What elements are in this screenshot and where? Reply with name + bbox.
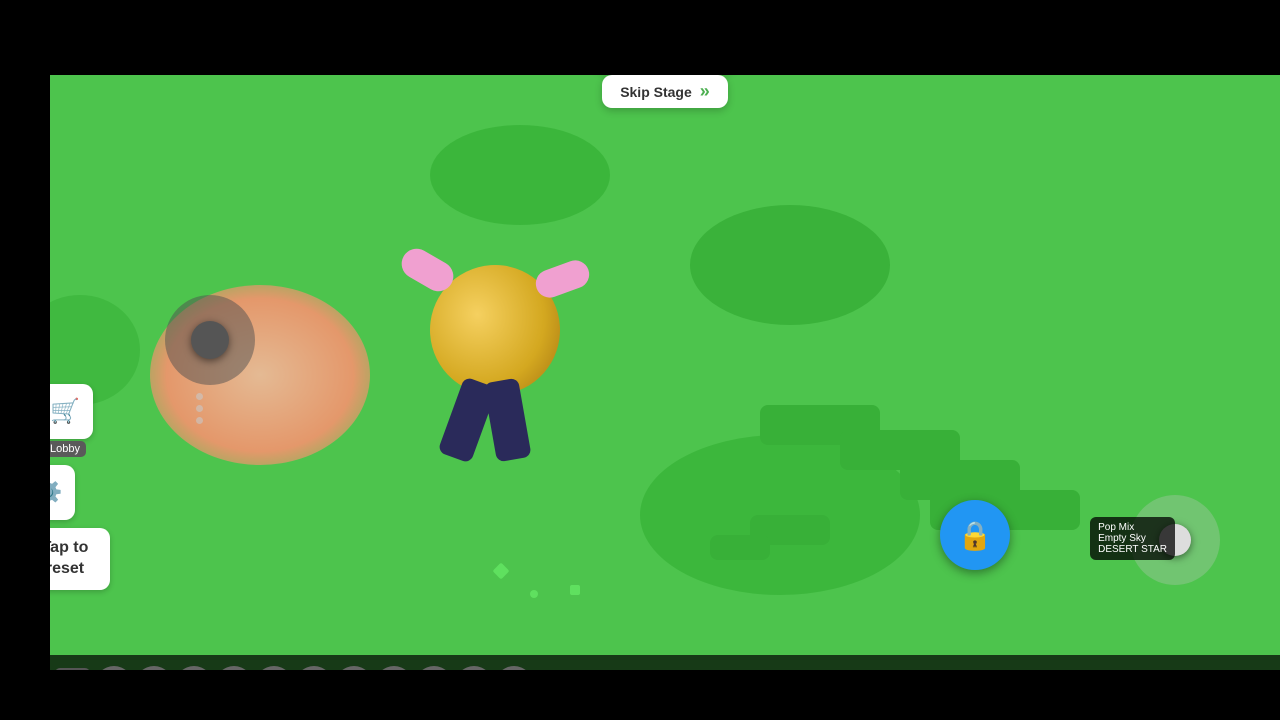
avatar-1: 👤 (95, 666, 133, 670)
particle-2 (530, 590, 538, 598)
skip-stage-label: Skip Stage (620, 84, 692, 100)
avatar-10: 👤 (455, 666, 493, 670)
avatar-3: 👤 (175, 666, 213, 670)
step-6 (710, 535, 770, 560)
lock-icon: 🔒 (958, 519, 993, 552)
joystick-inner (191, 321, 229, 359)
particle-3 (570, 585, 580, 595)
settings-button[interactable]: ⚙️ (50, 465, 75, 520)
particle-1 (493, 563, 510, 580)
left-sidebar: 🛒 Lobby ⚙️ Tap to reset (50, 384, 110, 590)
leg-right (483, 378, 531, 463)
shop-button[interactable]: 🛒 (50, 384, 93, 439)
avatar-11: 👤 (495, 666, 533, 670)
tap-reset-button[interactable]: Tap to reset (50, 528, 110, 590)
avatar-5: 👤 (255, 666, 293, 670)
lobby-label: Lobby (50, 441, 86, 457)
avatar-9: 👤 (415, 666, 453, 670)
platform-1 (430, 125, 610, 225)
tap-reset-line1: Tap to (50, 539, 88, 556)
lock-button[interactable]: 🔒 (940, 500, 1010, 570)
skip-stage-button[interactable]: Skip Stage » (602, 75, 728, 108)
arm-right (532, 256, 593, 301)
avatar-4: 👤 (215, 666, 253, 670)
joystick-outer (165, 295, 255, 385)
joystick-dots (196, 393, 203, 424)
skip-arrows-icon: » (700, 81, 710, 102)
cart-icon: 🛒 (50, 397, 80, 426)
stage-info: ‹ « EASY 72 Skip Stage » (595, 75, 735, 108)
popup-line3: DESERT STAR (1098, 544, 1167, 555)
popup-line1: Pop Mix (1098, 522, 1167, 533)
tap-reset-line2: reset (50, 560, 84, 577)
character (390, 235, 610, 515)
black-bar-top (0, 0, 1280, 75)
avatar-8: 👤 (375, 666, 413, 670)
avatar-6: 👤 (295, 666, 333, 670)
gear-icon: ⚙️ (50, 478, 62, 507)
player-avatars: 👤 👥 👤 👤 👤 👤 👤 👤 👤 👤 👤 (95, 666, 1280, 670)
avatar-2: 👥 (135, 666, 173, 670)
game-area: ☰ 31 ‹ « EASY 72 (50, 75, 1280, 670)
game-container: ☰ 31 ‹ « EASY 72 (0, 0, 1280, 720)
dot-1 (196, 393, 203, 400)
bottom-bar: ▼ 👤 👥 👤 👤 👤 👤 👤 👤 👤 👤 👤 (50, 655, 1280, 670)
bottom-arrow-button[interactable]: ▼ (55, 668, 90, 671)
music-popup: Pop Mix Empty Sky DESERT STAR (1090, 517, 1175, 560)
dot-2 (196, 405, 203, 412)
dot-3 (196, 417, 203, 424)
avatar-7: 👤 (335, 666, 373, 670)
joystick[interactable] (165, 295, 255, 385)
popup-line2: Empty Sky (1098, 533, 1167, 544)
platform-2 (690, 205, 890, 325)
black-bar-bottom (0, 670, 1280, 720)
